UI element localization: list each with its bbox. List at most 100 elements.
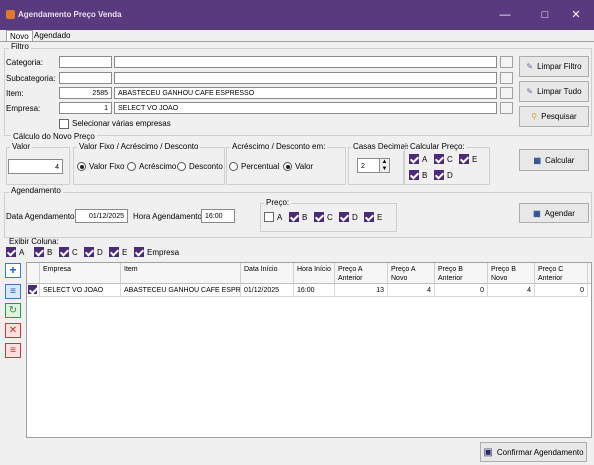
table-cell[interactable]: ABASTECEU GANHOU CAFE ESPRESSO <box>121 284 241 297</box>
grid-header-preco-c-anterior[interactable]: Preço C Anterior <box>535 263 588 284</box>
preco-a-label: A <box>277 213 283 222</box>
subcategoria-desc-input[interactable] <box>114 72 497 84</box>
item-desc-input[interactable]: ABASTECEU GANHOU CAFE ESPRESSO <box>114 87 497 99</box>
table-cell[interactable]: 0 <box>535 284 588 297</box>
calc-a-checkbox[interactable] <box>409 154 419 164</box>
limpar-filtro-button[interactable]: ✎ Limpar Filtro <box>519 56 589 77</box>
categoria-code-input[interactable] <box>59 56 112 68</box>
save-icon: ▣ <box>483 446 493 458</box>
preco-b-checkbox[interactable] <box>289 212 299 222</box>
exibir-e-checkbox[interactable] <box>109 247 119 257</box>
add-multiple-icon[interactable]: ≡ <box>5 284 21 299</box>
minimize-icon[interactable]: — <box>497 7 513 23</box>
table-cell[interactable]: 01/12/2025 <box>241 284 294 297</box>
table-cell[interactable]: 13 <box>335 284 388 297</box>
delete-row-icon[interactable]: ✕ <box>5 323 21 338</box>
filtro-title: Filtro <box>9 42 31 51</box>
item-search-icon[interactable] <box>500 87 513 99</box>
grid-header-hora-inicio[interactable]: Hora Início <box>294 263 335 284</box>
hora-agendamento-label: Hora Agendamento: <box>133 212 205 221</box>
pesquisar-button[interactable]: ⚲ Pesquisar <box>519 106 589 127</box>
calcular-button[interactable]: ▦ Calcular <box>519 149 589 171</box>
search-icon: ⚲ <box>531 112 538 121</box>
desconto-radio[interactable] <box>177 162 186 171</box>
close-icon[interactable]: ✕ <box>568 7 584 23</box>
limpar-tudo-button[interactable]: ✎ Limpar Tudo <box>519 81 589 102</box>
calc-e-checkbox[interactable] <box>459 154 469 164</box>
table-cell[interactable]: 4 <box>488 284 535 297</box>
subcategoria-code-input[interactable] <box>59 72 112 84</box>
maximize-icon[interactable]: □ <box>537 7 553 23</box>
item-label: Item: <box>6 89 24 98</box>
percentual-radio[interactable] <box>229 162 238 171</box>
calc-d-checkbox[interactable] <box>434 170 444 180</box>
confirmar-agendamento-button[interactable]: ▣ Confirmar Agendamento <box>480 442 587 462</box>
data-agendamento-input[interactable]: 01/12/2025 <box>75 209 128 223</box>
calc-c-checkbox[interactable] <box>434 154 444 164</box>
exibir-b-checkbox[interactable] <box>34 247 44 257</box>
exibir-e-label: E <box>122 248 128 257</box>
em-title: Acréscimo / Desconto em: <box>230 142 328 151</box>
preco-d-checkbox[interactable] <box>339 212 349 222</box>
limpar-tudo-label: Limpar Tudo <box>537 87 582 96</box>
confirmar-agendamento-label: Confirmar Agendamento <box>496 447 584 457</box>
agendar-label: Agendar <box>544 208 575 218</box>
table-cell[interactable]: SELECT VO JOAO <box>40 284 121 297</box>
exibir-a-checkbox[interactable] <box>6 247 16 257</box>
agendar-button[interactable]: ▦ Agendar <box>519 203 589 223</box>
eraser-icon: ✎ <box>526 62 534 71</box>
valor-input[interactable]: 4 <box>8 159 63 174</box>
table-cell[interactable]: 4 <box>388 284 435 297</box>
table-row-select[interactable] <box>27 284 40 297</box>
grid-header-preco-a-anterior[interactable]: Preço A Anterior <box>335 263 388 284</box>
exibir-empresa-checkbox[interactable] <box>134 247 144 257</box>
pesquisar-label: Pesquisar <box>541 112 577 121</box>
preco-a-checkbox[interactable] <box>264 212 274 222</box>
grid-header-preco-b-anterior[interactable]: Preço B Anterior <box>435 263 488 284</box>
grid-header-item[interactable]: Item <box>121 263 241 284</box>
empresa-code-input[interactable]: 1 <box>59 102 112 114</box>
grid-header-preco-b-novo[interactable]: Preço B Novo <box>488 263 535 284</box>
grid-header-empresa[interactable]: Empresa <box>40 263 121 284</box>
preco-e-label: E <box>377 213 383 222</box>
table-cell[interactable]: 0 <box>435 284 488 297</box>
exibir-c-checkbox[interactable] <box>59 247 69 257</box>
calc-e-label: E <box>472 155 478 164</box>
preco-e-checkbox[interactable] <box>364 212 374 222</box>
exibir-empresa-label: Empresa <box>147 248 180 257</box>
calculator-icon: ▦ <box>533 155 542 165</box>
valor-fixo-radio[interactable] <box>77 162 86 171</box>
tab-divider <box>0 41 594 42</box>
item-code-input[interactable]: 2585 <box>59 87 112 99</box>
modo-title: Valor Fixo / Acréscimo / Desconto <box>77 142 201 151</box>
calculo-title: Cálculo do Novo Preço <box>11 132 97 141</box>
exibir-d-checkbox[interactable] <box>84 247 94 257</box>
calc-b-checkbox[interactable] <box>409 170 419 180</box>
limpar-filtro-label: Limpar Filtro <box>537 62 582 71</box>
delete-all-icon[interactable]: ≡ <box>5 343 21 358</box>
agendamento-grid[interactable]: Empresa Item Data Início Hora Início Pre… <box>26 262 592 438</box>
empresa-desc-input[interactable]: SELECT VO JOAO <box>114 102 497 114</box>
preco-c-checkbox[interactable] <box>314 212 324 222</box>
app-icon <box>6 10 15 19</box>
grid-header-data-inicio[interactable]: Data Início <box>241 263 294 284</box>
categoria-search-icon[interactable] <box>500 56 513 68</box>
calcular-preco-title: Calcular Preço: <box>408 142 467 151</box>
add-row-icon[interactable]: + <box>5 263 21 278</box>
acrescimo-radio[interactable] <box>127 162 136 171</box>
grid-header-preco-a-novo[interactable]: Preço A Novo <box>388 263 435 284</box>
table-cell[interactable]: 16:00 <box>294 284 335 297</box>
casas-spinner-icon[interactable]: ▲ ▼ <box>379 158 390 173</box>
eraser-icon: ✎ <box>526 87 534 96</box>
empresa-search-icon[interactable] <box>500 102 513 114</box>
hora-agendamento-input[interactable]: 16:00 <box>201 209 235 223</box>
row-checkbox[interactable] <box>28 285 37 294</box>
refresh-icon[interactable]: ↻ <box>5 303 21 318</box>
em-valor-label: Valor <box>295 162 314 171</box>
subcategoria-search-icon[interactable] <box>500 72 513 84</box>
categoria-desc-input[interactable] <box>114 56 497 68</box>
em-valor-radio[interactable] <box>283 162 292 171</box>
percentual-label: Percentual <box>241 162 280 171</box>
selecionar-empresas-checkbox[interactable] <box>59 119 69 129</box>
tab-agendado[interactable]: Agendado <box>31 30 73 41</box>
